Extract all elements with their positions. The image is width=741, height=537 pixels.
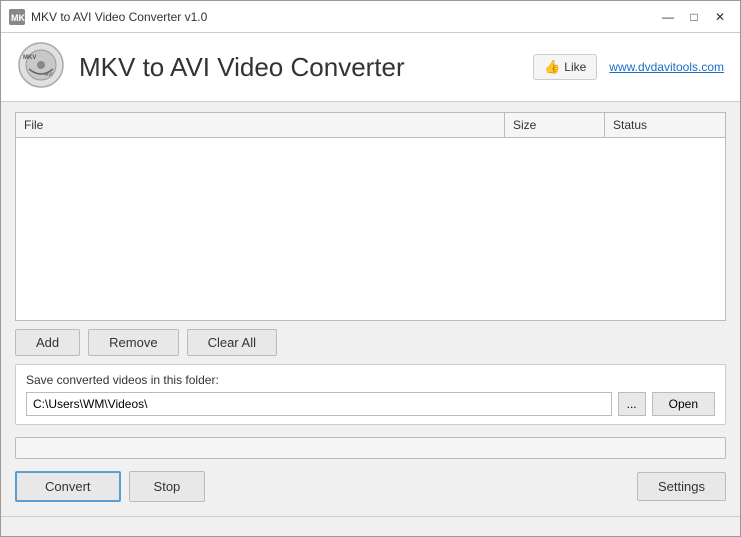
file-table: File Size Status <box>15 112 726 321</box>
col-file-header: File <box>16 113 505 137</box>
app-logo: MKV AVI <box>17 41 69 93</box>
settings-button[interactable]: Settings <box>637 472 726 501</box>
clear-all-button[interactable]: Clear All <box>187 329 277 356</box>
main-content: File Size Status Add Remove Clear All Sa… <box>1 102 740 516</box>
remove-button[interactable]: Remove <box>88 329 178 356</box>
app-header: MKV AVI MKV to AVI Video Converter 👍 Lik… <box>1 33 740 102</box>
close-button[interactable]: ✕ <box>708 7 732 27</box>
action-buttons: Add Remove Clear All <box>15 329 726 356</box>
progress-section <box>15 433 726 463</box>
stop-button[interactable]: Stop <box>129 471 206 502</box>
footer-bar <box>1 516 740 536</box>
save-section: Save converted videos in this folder: ..… <box>15 364 726 425</box>
svg-text:MKV: MKV <box>23 55 36 61</box>
main-window: MKV MKV to AVI Video Converter v1.0 — □ … <box>0 0 741 537</box>
app-icon: MKV <box>9 9 25 25</box>
convert-button[interactable]: Convert <box>15 471 121 502</box>
thumbs-up-icon: 👍 <box>544 59 560 75</box>
header-left: MKV AVI MKV to AVI Video Converter <box>17 41 405 93</box>
like-label: Like <box>564 60 586 74</box>
minimize-button[interactable]: — <box>656 7 680 27</box>
save-label: Save converted videos in this folder: <box>26 373 715 387</box>
bottom-left-buttons: Convert Stop <box>15 471 205 502</box>
window-title: MKV to AVI Video Converter v1.0 <box>31 10 656 24</box>
save-path-input[interactable] <box>26 392 612 416</box>
maximize-button[interactable]: □ <box>682 7 706 27</box>
app-title: MKV to AVI Video Converter <box>79 52 405 83</box>
window-controls: — □ ✕ <box>656 7 732 27</box>
header-right: 👍 Like www.dvdavitools.com <box>533 54 724 80</box>
website-link[interactable]: www.dvdavitools.com <box>609 60 724 74</box>
open-folder-button[interactable]: Open <box>652 392 715 416</box>
table-body <box>16 138 725 319</box>
progress-bar-container <box>15 437 726 459</box>
table-header: File Size Status <box>16 113 725 138</box>
add-button[interactable]: Add <box>15 329 80 356</box>
titlebar: MKV MKV to AVI Video Converter v1.0 — □ … <box>1 1 740 33</box>
bottom-bar: Convert Stop Settings <box>15 471 726 506</box>
col-status-header: Status <box>605 113 725 137</box>
browse-dots-button[interactable]: ... <box>618 392 646 416</box>
save-row: ... Open <box>26 392 715 416</box>
col-size-header: Size <box>505 113 605 137</box>
svg-text:MKV: MKV <box>11 13 25 23</box>
like-button[interactable]: 👍 Like <box>533 54 597 80</box>
